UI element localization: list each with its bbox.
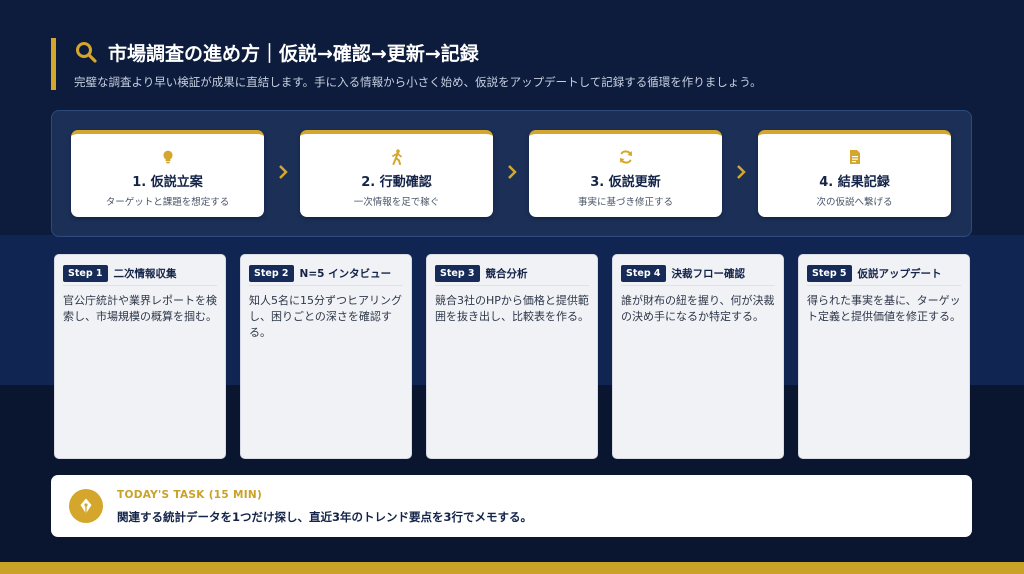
task-text: 関連する統計データを1つだけ探し、直近3年のトレンド要点を3行でメモする。 xyxy=(117,510,533,524)
process-title: 3. 仮説更新 xyxy=(590,175,661,190)
step-header: Step 4 決裁フロー確認 xyxy=(621,265,745,282)
document-icon xyxy=(849,150,860,164)
step-badge: Step 5 xyxy=(807,265,852,282)
step-title: N=5 インタビュー xyxy=(299,268,392,280)
step-body: 得られた事実を基に、ターゲット定義と提供価値を修正する。 xyxy=(807,294,961,323)
search-icon xyxy=(76,42,97,63)
step-card-1: Step 1 二次情報収集 官公庁統計や業界レポートを検索し、市場規模の概算を掴… xyxy=(54,254,226,459)
header: 市場調査の進め方｜仮説→確認→更新→記録 xyxy=(74,38,479,66)
step-body: 官公庁統計や業界レポートを検索し、市場規模の概算を掴む。 xyxy=(63,294,217,323)
refresh-icon xyxy=(619,150,632,164)
chevron-right-icon xyxy=(279,165,288,179)
process-title: 2. 行動確認 xyxy=(361,175,432,190)
step-body: 誰が財布の紐を握り、何が決裁の決め手になるか特定する。 xyxy=(621,294,775,323)
step-card-2: Step 2 N=5 インタビュー 知人5名に15分ずつヒアリングし、困りごとの… xyxy=(240,254,412,459)
process-title: 1. 仮説立案 xyxy=(132,175,203,190)
step-badge: Step 4 xyxy=(621,265,666,282)
step-body: 知人5名に15分ずつヒアリングし、困りごとの深さを確認する。 xyxy=(249,294,402,339)
process-card-record: 4. 結果記録 次の仮説へ繋げる xyxy=(758,130,951,217)
step-title: 二次情報収集 xyxy=(113,268,177,280)
step-header: Step 1 二次情報収集 xyxy=(63,265,177,282)
lightbulb-icon xyxy=(162,150,173,164)
pen-nib-icon xyxy=(80,498,92,514)
title-accent-bar xyxy=(51,38,56,90)
process-desc: 一次情報を足で稼ぐ xyxy=(353,197,440,208)
step-title: 仮説アップデート xyxy=(857,268,942,280)
process-desc: ターゲットと課題を想定する xyxy=(105,197,230,208)
process-card-confirm: 2. 行動確認 一次情報を足で稼ぐ xyxy=(300,130,493,217)
process-card-update: 3. 仮説更新 事実に基づき修正する xyxy=(529,130,722,217)
walking-person-icon xyxy=(391,149,402,165)
process-desc: 事実に基づき修正する xyxy=(577,197,673,208)
process-title: 4. 結果記録 xyxy=(819,175,890,190)
step-body: 競合3社のHPから価格と提供範囲を抜き出し、比較表を作る。 xyxy=(435,294,589,323)
page-title: 市場調査の進め方｜仮説→確認→更新→記録 xyxy=(108,42,479,65)
step-badge: Step 2 xyxy=(249,265,294,282)
task-label: TODAY'S TASK (15 MIN) xyxy=(117,489,263,501)
divider xyxy=(63,285,217,286)
process-card-hypothesis: 1. 仮説立案 ターゲットと課題を想定する xyxy=(71,130,264,217)
step-card-5: Step 5 仮説アップデート 得られた事実を基に、ターゲット定義と提供価値を修… xyxy=(798,254,970,459)
footer-accent-bar xyxy=(0,562,1024,574)
page-subtitle: 完璧な調査より早い検証が成果に直結します。手に入る情報から小さく始め、仮説をアッ… xyxy=(74,75,762,89)
chevron-right-icon xyxy=(737,165,746,179)
step-badge: Step 1 xyxy=(63,265,108,282)
divider xyxy=(621,285,775,286)
step-header: Step 3 競合分析 xyxy=(435,265,528,282)
step-badge: Step 3 xyxy=(435,265,480,282)
divider xyxy=(807,285,961,286)
step-card-4: Step 4 決裁フロー確認 誰が財布の紐を握り、何が決裁の決め手になるか特定す… xyxy=(612,254,784,459)
chevron-right-icon xyxy=(508,165,517,179)
step-header: Step 5 仮説アップデート xyxy=(807,265,942,282)
step-title: 決裁フロー確認 xyxy=(671,268,746,280)
divider xyxy=(249,285,403,286)
task-icon-badge xyxy=(69,489,103,523)
divider xyxy=(435,285,589,286)
todays-task-panel: TODAY'S TASK (15 MIN) 関連する統計データを1つだけ探し、直… xyxy=(51,475,972,537)
process-desc: 次の仮説へ繋げる xyxy=(816,197,893,208)
step-header: Step 2 N=5 インタビュー xyxy=(249,265,391,282)
step-title: 競合分析 xyxy=(485,268,528,280)
step-card-3: Step 3 競合分析 競合3社のHPから価格と提供範囲を抜き出し、比較表を作る… xyxy=(426,254,598,459)
